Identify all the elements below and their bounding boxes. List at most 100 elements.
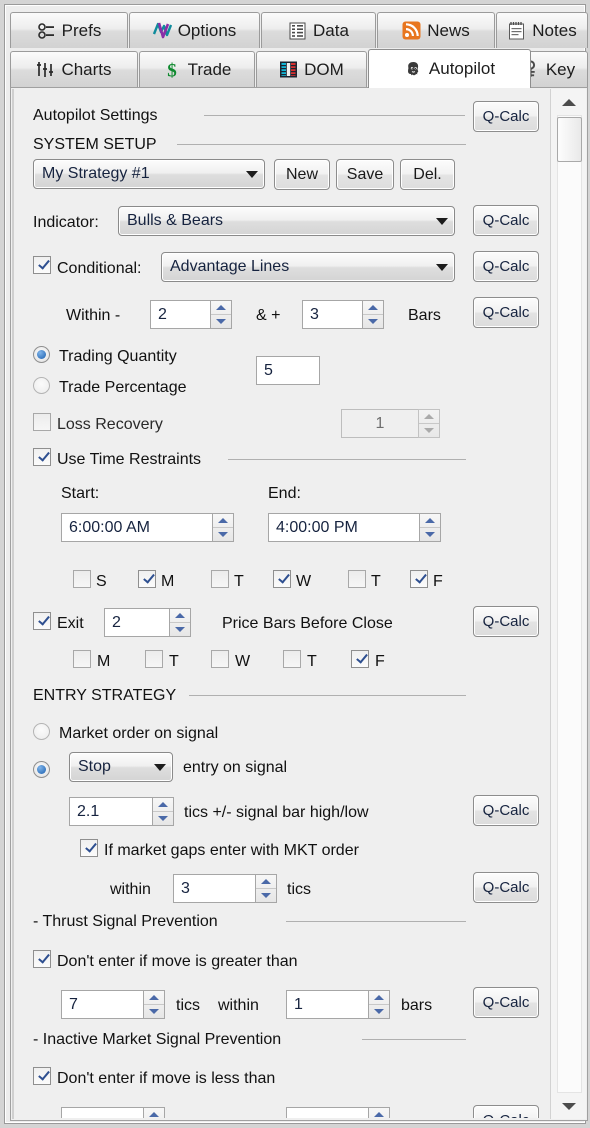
gap-within-spin-buttons[interactable]: [255, 874, 277, 903]
spin-up-icon[interactable]: [419, 410, 439, 424]
inactive-bars-spin-buttons[interactable]: [368, 1107, 390, 1118]
inactive-tics-stepper[interactable]: [61, 1107, 165, 1118]
qcalc-button-exit[interactable]: Q-Calc: [473, 606, 539, 637]
market-gap-checkbox[interactable]: [80, 839, 98, 857]
spin-down-icon[interactable]: [419, 424, 439, 437]
within-plus-spin-buttons[interactable]: [362, 300, 384, 329]
exit-day-checkbox-f[interactable]: [351, 650, 369, 668]
qcalc-button-title[interactable]: Q-Calc: [473, 101, 539, 132]
end-time-spin-buttons[interactable]: [419, 513, 441, 542]
order-type-radio[interactable]: [33, 761, 50, 778]
exit-day-checkbox-w[interactable]: [211, 650, 229, 668]
day-checkbox-f[interactable]: [410, 570, 428, 588]
vertical-scrollbar[interactable]: [550, 89, 586, 1119]
day-checkbox-s[interactable]: [73, 570, 91, 588]
day-checkbox-t1[interactable]: [211, 570, 229, 588]
exit-day-checkbox-t2[interactable]: [283, 650, 301, 668]
inactive-tics-spin-buttons[interactable]: [143, 1107, 165, 1118]
loss-recovery-stepper[interactable]: 1: [341, 409, 440, 438]
conditional-select[interactable]: Advantage Lines: [161, 252, 455, 282]
trading-quantity-radio[interactable]: [33, 346, 50, 363]
qcalc-button-within[interactable]: Q-Calc: [473, 297, 539, 328]
spin-up-icon[interactable]: [144, 991, 164, 1005]
tab-prefs[interactable]: Prefs: [10, 12, 128, 48]
use-time-restraints-checkbox[interactable]: [33, 448, 51, 466]
day-checkbox-m[interactable]: [138, 570, 156, 588]
tab-dom[interactable]: DOM: [256, 51, 367, 87]
spin-up-icon[interactable]: [369, 1108, 389, 1118]
end-time-stepper[interactable]: 4:00:00 PM: [268, 513, 441, 542]
spin-down-icon[interactable]: [213, 528, 233, 541]
indicator-select[interactable]: Bulls & Bears: [118, 206, 455, 236]
within-minus-spin-buttons[interactable]: [210, 300, 232, 329]
spin-up-icon[interactable]: [369, 991, 389, 1005]
exit-day-checkbox-m[interactable]: [73, 650, 91, 668]
tics-offset-stepper[interactable]: 2.1: [69, 797, 174, 826]
new-button[interactable]: New: [274, 159, 330, 190]
spin-down-icon[interactable]: [363, 315, 383, 328]
order-type-select[interactable]: Stop: [69, 752, 173, 782]
thrust-tics-spin-buttons[interactable]: [143, 990, 165, 1019]
system-setup-rule: [177, 144, 466, 145]
loss-recovery-spin-buttons[interactable]: [418, 409, 440, 438]
start-time-stepper[interactable]: 6:00:00 AM: [61, 513, 234, 542]
spin-down-icon[interactable]: [369, 1005, 389, 1018]
quantity-input[interactable]: 5: [256, 356, 320, 385]
qcalc-button-conditional[interactable]: Q-Calc: [473, 251, 539, 282]
tab-trade[interactable]: $ Trade: [139, 51, 255, 87]
within-minus-stepper[interactable]: 2: [150, 300, 232, 329]
spin-up-icon[interactable]: [211, 301, 231, 315]
thrust-rule-checkbox[interactable]: [33, 950, 51, 968]
spin-up-icon[interactable]: [153, 798, 173, 812]
spin-down-icon[interactable]: [144, 1005, 164, 1018]
spin-up-icon[interactable]: [213, 514, 233, 528]
exit-bars-stepper[interactable]: 2: [104, 608, 191, 637]
market-order-radio[interactable]: [33, 723, 50, 740]
delete-button[interactable]: Del.: [400, 159, 455, 190]
scroll-down-button[interactable]: [554, 1095, 584, 1117]
tab-autopilot[interactable]: Autopilot: [368, 49, 531, 88]
qcalc-button-indicator[interactable]: Q-Calc: [473, 205, 539, 236]
thrust-tics-stepper[interactable]: 7: [61, 990, 165, 1019]
loss-recovery-checkbox[interactable]: [33, 413, 51, 431]
day-checkbox-t2[interactable]: [348, 570, 366, 588]
save-button[interactable]: Save: [336, 159, 394, 190]
scrollbar-thumb[interactable]: [557, 117, 582, 162]
scroll-up-button[interactable]: [554, 91, 584, 113]
qcalc-button-thrust[interactable]: Q-Calc: [473, 987, 539, 1018]
spin-up-icon[interactable]: [170, 609, 190, 623]
exit-bars-spin-buttons[interactable]: [169, 608, 191, 637]
spin-down-icon[interactable]: [170, 623, 190, 636]
tics-offset-spin-buttons[interactable]: [152, 797, 174, 826]
spin-down-icon[interactable]: [256, 889, 276, 902]
tab-data[interactable]: Data: [261, 12, 376, 48]
spin-up-icon[interactable]: [144, 1108, 164, 1118]
strategy-select[interactable]: My Strategy #1: [33, 159, 265, 189]
qcalc-button-tics-offset[interactable]: Q-Calc: [473, 795, 539, 826]
qcalc-button-gap-within[interactable]: Q-Calc: [473, 872, 539, 903]
spin-down-icon[interactable]: [420, 528, 440, 541]
start-time-spin-buttons[interactable]: [212, 513, 234, 542]
thrust-bars-stepper[interactable]: 1: [286, 990, 390, 1019]
day-checkbox-w[interactable]: [273, 570, 291, 588]
tab-news[interactable]: News: [377, 12, 495, 48]
within-plus-stepper[interactable]: 3: [302, 300, 384, 329]
spin-up-icon[interactable]: [256, 875, 276, 889]
conditional-checkbox[interactable]: [33, 256, 51, 274]
spin-down-icon[interactable]: [211, 315, 231, 328]
spin-up-icon[interactable]: [420, 514, 440, 528]
inactive-bars-stepper[interactable]: [286, 1107, 390, 1118]
tab-charts[interactable]: Charts: [10, 51, 138, 87]
inactive-rule-checkbox[interactable]: [33, 1067, 51, 1085]
tab-notes[interactable]: Notes: [496, 12, 588, 48]
qcalc-button-inactive[interactable]: Q-Calc: [473, 1105, 539, 1118]
thrust-bars-spin-buttons[interactable]: [368, 990, 390, 1019]
tab-options[interactable]: Options: [129, 12, 260, 48]
spin-up-icon[interactable]: [363, 301, 383, 315]
exit-checkbox[interactable]: [33, 612, 51, 630]
exit-day-checkbox-t1[interactable]: [145, 650, 163, 668]
scrollbar-track[interactable]: [557, 115, 582, 1093]
spin-down-icon[interactable]: [153, 812, 173, 825]
trade-percentage-radio[interactable]: [33, 377, 50, 394]
gap-within-stepper[interactable]: 3: [173, 874, 277, 903]
